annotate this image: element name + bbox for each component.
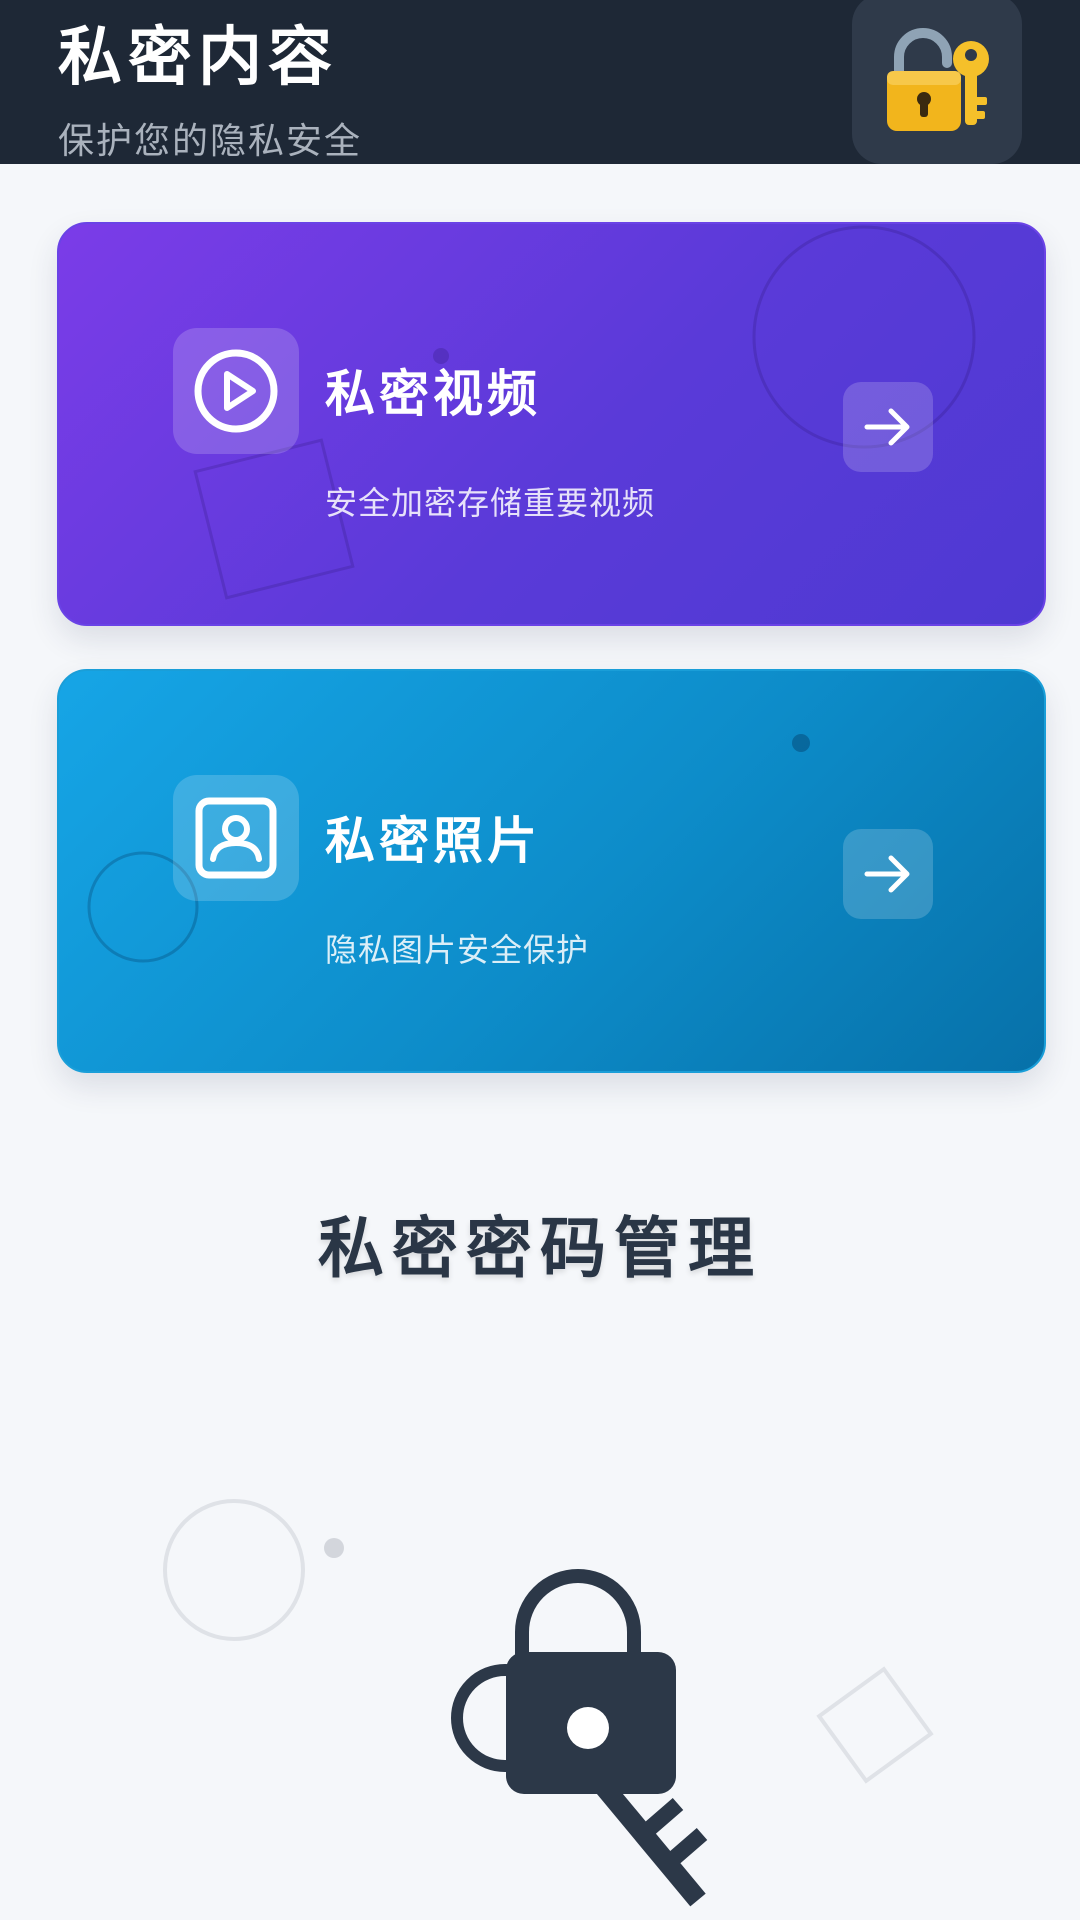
private-photo-card[interactable]: 私密照片 隐私图片安全保护	[57, 669, 1046, 1073]
photo-icon-box	[173, 775, 299, 901]
photo-open-button[interactable]	[843, 829, 933, 919]
password-section-title: 私密密码管理	[318, 1210, 762, 1287]
card-description-photo: 隐私图片安全保护	[325, 931, 590, 969]
page: 私密内容 保护您的隐私安全 私密视频 安全加密存储重要视频 私密照片 隐私图片安…	[0, 0, 1080, 1920]
arrow-right-icon	[864, 408, 910, 446]
card-title-photo: 私密照片	[325, 812, 541, 870]
arrow-right-icon	[864, 855, 910, 893]
app-header: 私密内容 保护您的隐私安全	[0, 0, 1080, 164]
private-video-card[interactable]: 私密视频 安全加密存储重要视频	[57, 222, 1046, 626]
header-lock-badge[interactable]	[852, 0, 1022, 164]
video-open-button[interactable]	[843, 382, 933, 472]
card-description-video: 安全加密存储重要视频	[325, 484, 656, 522]
page-subtitle: 保护您的隐私安全	[58, 121, 363, 162]
card-title-video: 私密视频	[325, 365, 541, 423]
background-decor	[163, 1499, 934, 1784]
user-photo-icon	[195, 797, 277, 879]
lock-with-key-icon	[887, 28, 989, 131]
play-circle-icon	[194, 349, 278, 433]
page-title: 私密内容	[58, 21, 338, 95]
video-icon-box	[173, 328, 299, 454]
lock-key-icon[interactable]	[440, 1560, 710, 1920]
